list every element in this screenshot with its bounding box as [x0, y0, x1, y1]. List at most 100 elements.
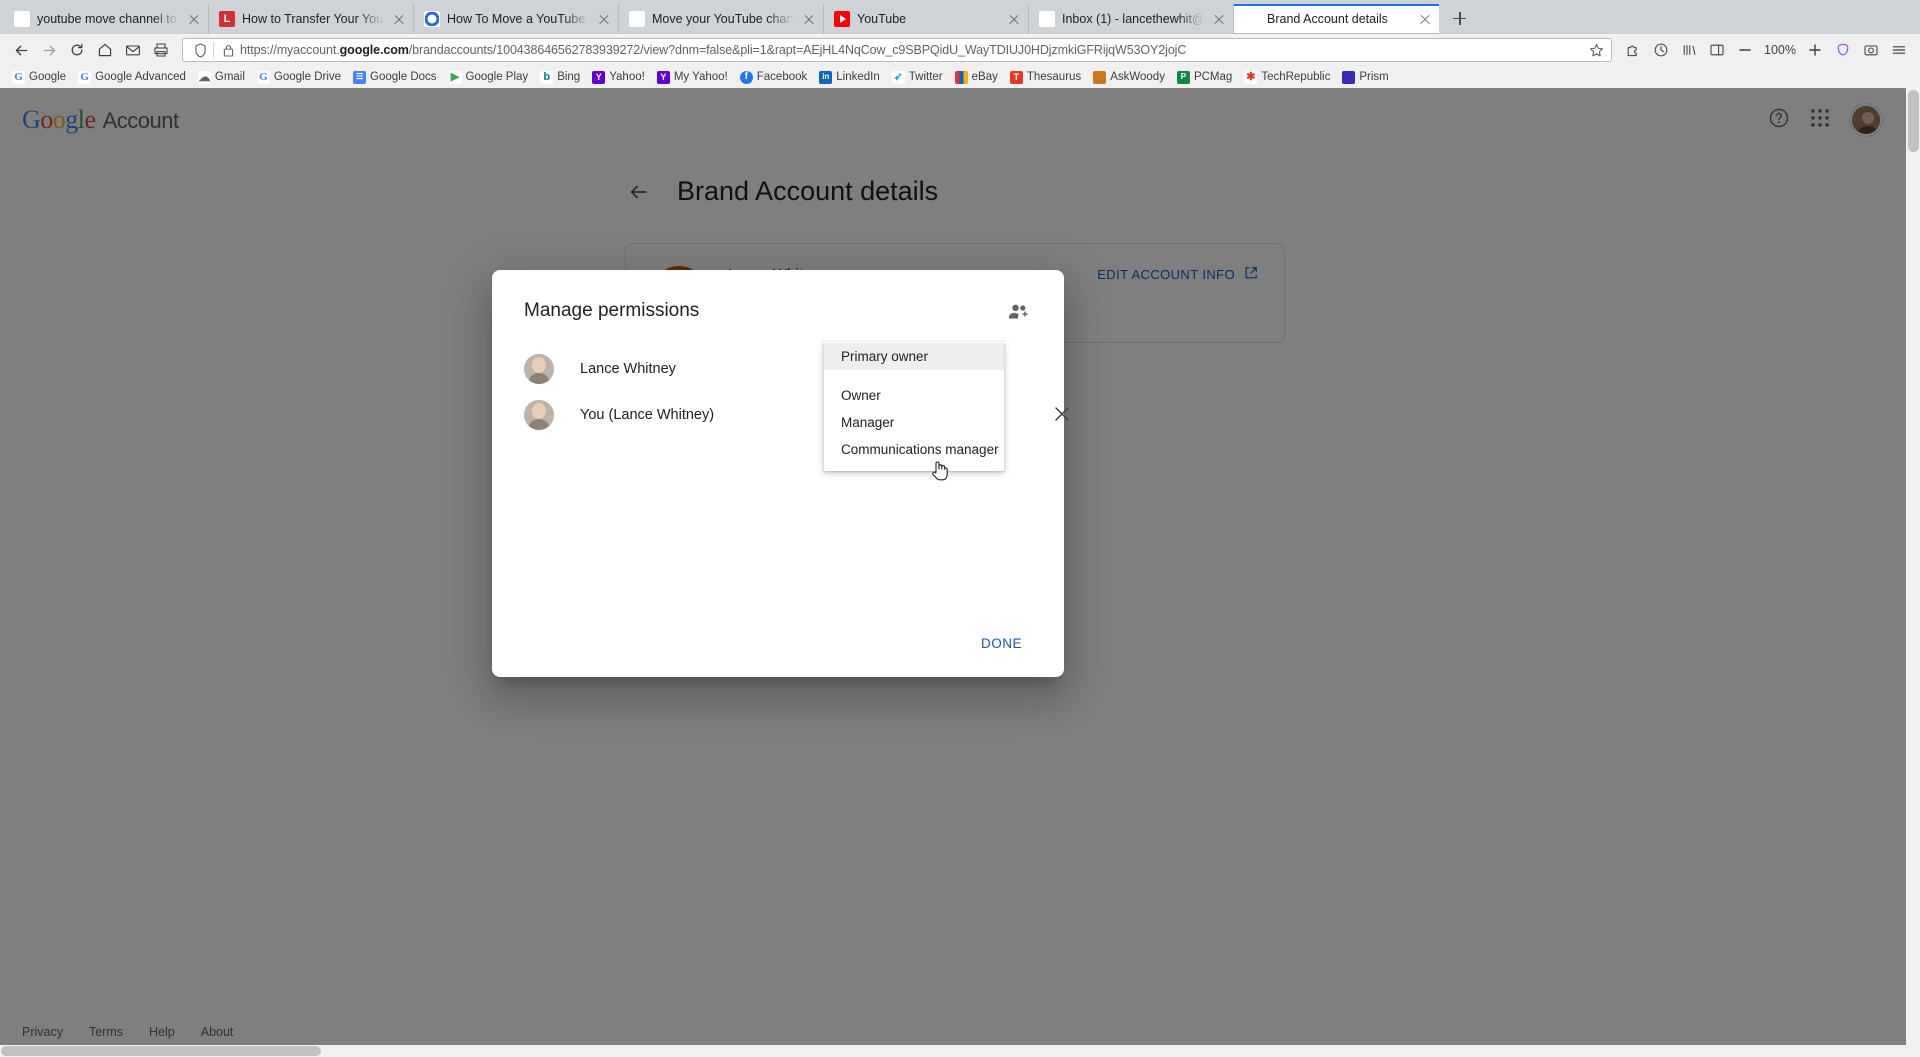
page-content: GoogleAccount Brand Account details	[0, 88, 1920, 1057]
twitter-icon: ➶	[891, 70, 905, 84]
bookmark-linkedin[interactable]: in LinkedIn	[813, 69, 885, 86]
bookmark-yahoo[interactable]: Y Yahoo!	[586, 69, 651, 86]
dropdown-option-communications-manager[interactable]: Communications manager	[824, 436, 1004, 463]
docs-icon: ☰	[353, 70, 367, 84]
library-icon[interactable]	[1676, 37, 1702, 63]
bookmark-label: Google Drive	[273, 71, 342, 83]
bookmark-techrepublic[interactable]: ✱ TechRepublic	[1238, 69, 1336, 86]
bookmarks-bar: G Google G Google Advanced ☁ Gmail G Google …	[0, 66, 1920, 88]
add-people-icon[interactable]	[1006, 298, 1032, 324]
google-icon: G	[629, 11, 645, 27]
bookmark-label: PCMag	[1193, 71, 1233, 83]
close-icon[interactable]	[801, 11, 817, 27]
google-icon: G	[1244, 11, 1260, 27]
sidebar-icon[interactable]	[1704, 37, 1730, 63]
forward-button[interactable]	[36, 37, 62, 63]
reload-button[interactable]	[64, 37, 90, 63]
hamburger-icon[interactable]	[1886, 37, 1912, 63]
tab-strip: G youtube move channel to anot L How to …	[0, 0, 1920, 34]
mouse-cursor	[930, 458, 952, 482]
bookmark-label: Facebook	[756, 71, 808, 83]
close-icon[interactable]	[186, 11, 202, 27]
browser-tab-2[interactable]: L How to Transfer Your YouTube C	[209, 4, 414, 34]
bookmark-facebook[interactable]: f Facebook	[734, 69, 814, 86]
divider	[213, 42, 214, 58]
puzzle-icon[interactable]	[1620, 37, 1646, 63]
tab-label: Brand Account details	[1267, 12, 1388, 26]
zoom-out-button[interactable]	[1732, 37, 1758, 63]
bookmark-my-yahoo[interactable]: Y My Yahoo!	[651, 69, 734, 86]
done-button[interactable]: DONE	[971, 628, 1032, 659]
browser-tab-3[interactable]: How To Move a YouTube Chan	[414, 4, 619, 34]
star-icon[interactable]	[1587, 43, 1605, 58]
mail-icon[interactable]	[120, 37, 146, 63]
bookmark-google-docs[interactable]: ☰ Google Docs	[347, 69, 442, 86]
close-icon[interactable]	[596, 11, 612, 27]
lifewire-icon: L	[219, 11, 235, 27]
techrepublic-icon: ✱	[1244, 70, 1258, 84]
bookmark-prism[interactable]: Prism	[1336, 69, 1394, 86]
avatar	[524, 400, 554, 430]
dropdown-option-owner[interactable]: Owner	[824, 382, 1004, 409]
circle-icon	[424, 11, 440, 27]
bookmark-label: TechRepublic	[1261, 71, 1331, 83]
tab-label: Move your YouTube channel to	[652, 12, 794, 26]
zoom-in-button[interactable]	[1802, 37, 1828, 63]
shield-icon[interactable]	[189, 42, 211, 58]
close-icon[interactable]	[1006, 11, 1022, 27]
horizontal-scrollbar[interactable]	[0, 1045, 1920, 1057]
bookmark-label: Gmail	[214, 71, 245, 83]
dialog-title: Manage permissions	[524, 300, 700, 321]
bookmark-label: Google Advanced	[95, 71, 186, 83]
vertical-scrollbar[interactable]	[1906, 88, 1920, 1057]
close-icon[interactable]	[1052, 404, 1074, 426]
bookmark-gmail[interactable]: ☁ Gmail	[192, 69, 251, 86]
dropdown-option-manager[interactable]: Manager	[824, 409, 1004, 436]
bookmark-askwoody[interactable]: AskWoody	[1087, 69, 1171, 86]
dialog-header: Manage permissions	[492, 270, 1064, 324]
navigation-toolbar: https://myaccount.google.com/brandaccoun…	[0, 34, 1920, 66]
close-icon[interactable]	[391, 11, 407, 27]
bookmark-google-drive[interactable]: G Google Drive	[251, 69, 347, 86]
bookmark-thesaurus[interactable]: T Thesaurus	[1004, 69, 1087, 86]
home-button[interactable]	[92, 37, 118, 63]
lock-icon[interactable]	[220, 44, 236, 57]
bookmark-twitter[interactable]: ➶ Twitter	[886, 69, 949, 86]
facebook-icon: f	[739, 70, 753, 84]
gmail-icon: M	[1039, 11, 1055, 27]
google-icon: G	[78, 70, 92, 84]
pocket-icon[interactable]	[1830, 37, 1856, 63]
browser-tab-5[interactable]: YouTube	[824, 4, 1029, 34]
bookmark-google[interactable]: G Google	[6, 69, 72, 86]
bookmark-ebay[interactable]: eBay	[949, 69, 1004, 86]
browser-tab-6[interactable]: M Inbox (1) - lancethewhit@gmai	[1029, 4, 1234, 34]
browser-tab-7-active[interactable]: G Brand Account details	[1234, 4, 1439, 34]
close-icon[interactable]	[1417, 11, 1433, 27]
dropdown-option-primary-owner[interactable]: Primary owner	[824, 343, 1004, 370]
print-icon[interactable]	[148, 37, 174, 63]
bookmark-google-play[interactable]: ▶ Google Play	[443, 69, 535, 86]
play-icon: ▶	[448, 70, 462, 84]
clock-icon[interactable]	[1648, 37, 1674, 63]
new-tab-button[interactable]	[1445, 4, 1473, 32]
horizontal-scrollbar-thumb[interactable]	[1, 1046, 321, 1056]
bookmark-pcmag[interactable]: P PCMag	[1171, 69, 1238, 86]
bookmark-bing[interactable]: b Bing	[534, 69, 586, 86]
address-bar[interactable]: https://myaccount.google.com/brandaccoun…	[182, 38, 1613, 62]
back-button[interactable]	[8, 37, 34, 63]
screenshot-icon[interactable]	[1858, 37, 1884, 63]
thesaurus-icon: T	[1009, 70, 1023, 84]
url-text: https://myaccount.google.com/brandaccoun…	[240, 43, 1187, 57]
zoom-level-label: 100%	[1764, 43, 1796, 57]
browser-tab-4[interactable]: G Move your YouTube channel to	[619, 4, 824, 34]
vertical-scrollbar-thumb[interactable]	[1908, 90, 1919, 152]
browser-window: G youtube move channel to anot L How to …	[0, 0, 1920, 1057]
bookmark-label: Google Docs	[370, 71, 437, 83]
tab-label: Inbox (1) - lancethewhit@gmai	[1062, 12, 1204, 26]
bookmark-google-advanced[interactable]: G Google Advanced	[72, 69, 192, 86]
person-name: Lance Whitney	[580, 361, 676, 377]
browser-tab-1[interactable]: G youtube move channel to anot	[4, 4, 209, 34]
role-dropdown-menu: Primary owner Owner Manager Communicatio…	[824, 342, 1004, 471]
close-icon[interactable]	[1211, 11, 1227, 27]
bookmark-label: My Yahoo!	[673, 71, 728, 83]
